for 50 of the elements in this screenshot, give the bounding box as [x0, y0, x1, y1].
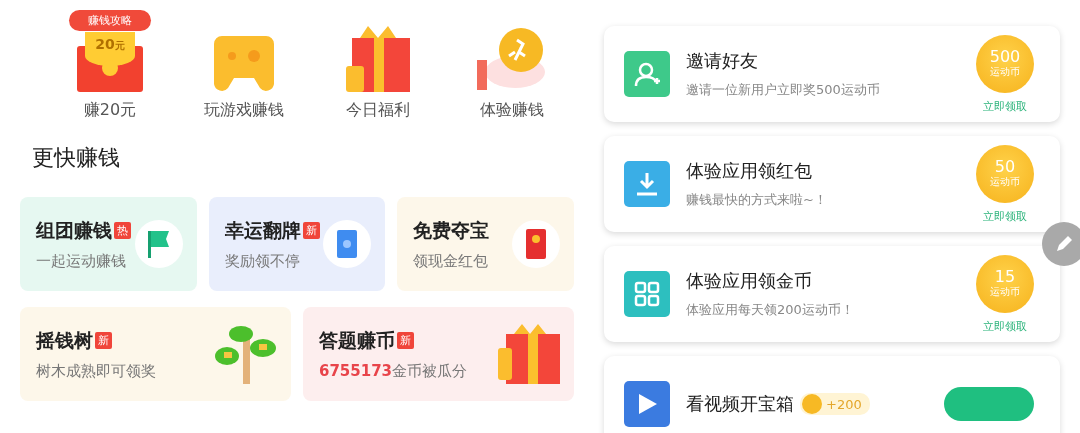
tag-label: 新 — [95, 332, 112, 349]
task-subtitle: 赚钱最快的方式来啦~！ — [686, 191, 828, 209]
tag-label: 新 — [302, 222, 320, 239]
feature-title: 组团赚钱 — [36, 217, 112, 243]
section-title: 更快赚钱 — [32, 144, 121, 172]
gamepad-icon — [214, 36, 274, 92]
feature-subtitle: 6755173金币被瓜分 — [319, 361, 468, 381]
amount-label: 20元 — [94, 36, 126, 53]
feature-subtitle: 领现金红包 — [413, 251, 490, 271]
task-subtitle: 体验应用每天领200运动币！ — [686, 301, 855, 319]
feature-subtitle: 一起运动赚钱 — [36, 251, 127, 271]
edit-icon — [1054, 234, 1074, 254]
shortcut-label[interactable]: 今日福利 — [346, 100, 410, 121]
go-button[interactable] — [944, 387, 1034, 421]
add-user-icon — [633, 60, 661, 88]
envelope-icon — [77, 32, 143, 92]
task-title: 看视频开宝箱 — [686, 392, 794, 416]
feature-title: 答题赚币 — [319, 327, 395, 353]
shortcut-label[interactable]: 赚20元 — [83, 100, 137, 121]
coin-reward: 50 运动币 — [976, 144, 1034, 203]
feature-card[interactable]: 幸运翻牌 新 奖励领不停 — [208, 197, 386, 291]
task-subtitle: 邀请一位新用户立即奖500运动币 — [686, 81, 881, 99]
coin-reward: 500 运动币 — [976, 34, 1034, 93]
gift-box-icon — [346, 26, 410, 92]
envelope-icon — [526, 229, 546, 259]
bonus-pill: +200 — [800, 393, 870, 415]
feature-card[interactable]: 摇钱树 新 树木成熟即可领奖 — [20, 307, 291, 401]
shortcut-label[interactable]: 玩游戏赚钱 — [204, 100, 284, 121]
feature-subtitle: 树木成熟即可领奖 — [36, 361, 156, 381]
shortcut-label[interactable]: 体验赚钱 — [480, 100, 544, 121]
card-icon — [337, 230, 358, 258]
task-title: 体验应用领红包 — [686, 159, 812, 183]
feature-title: 幸运翻牌 — [224, 217, 301, 243]
task-title: 体验应用领金币 — [686, 269, 812, 293]
task-title: 邀请好友 — [686, 49, 758, 73]
feature-title: 摇钱树 — [36, 327, 93, 353]
feature-card[interactable]: 免费夺宝 领现金红包 — [397, 197, 574, 291]
running-coin-icon — [477, 26, 547, 92]
grid-icon — [634, 281, 660, 307]
feature-card[interactable]: 答题赚币 新 6755173金币被瓜分 — [303, 307, 574, 401]
flag-icon — [145, 229, 172, 259]
feature-subtitle: 奖励领不停 — [224, 251, 301, 271]
gift-box-icon — [498, 324, 560, 384]
tag-label: 热 — [114, 222, 131, 239]
tag-label: 新 — [397, 332, 414, 349]
coin-reward: 15 运动币 — [976, 254, 1034, 313]
feature-card[interactable]: 组团赚钱 热 一起运动赚钱 — [20, 197, 197, 291]
coin-icon — [802, 394, 822, 414]
feature-title: 免费夺宝 — [413, 217, 490, 243]
badge-label: 赚钱攻略 — [69, 10, 151, 31]
